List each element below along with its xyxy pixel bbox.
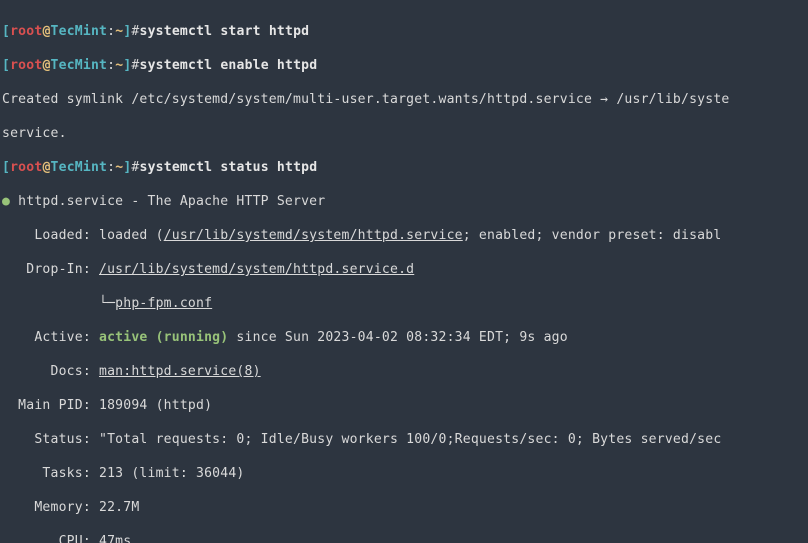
status-dropin-file: └─php-fpm.conf bbox=[2, 295, 808, 312]
status-memory: Memory: 22.7M bbox=[2, 499, 808, 516]
status-dropin: Drop-In: /usr/lib/systemd/system/httpd.s… bbox=[2, 261, 808, 278]
status-title: ● httpd.service - The Apache HTTP Server bbox=[2, 193, 808, 210]
status-status: Status: "Total requests: 0; Idle/Busy wo… bbox=[2, 431, 808, 448]
status-loaded: Loaded: loaded (/usr/lib/systemd/system/… bbox=[2, 227, 808, 244]
status-tasks: Tasks: 213 (limit: 36044) bbox=[2, 465, 808, 482]
status-mainpid: Main PID: 189094 (httpd) bbox=[2, 397, 808, 414]
line-cmd2: [root@TecMint:~]#systemctl enable httpd bbox=[2, 57, 808, 74]
line-cmd1: [root@TecMint:~]#systemctl start httpd bbox=[2, 23, 808, 40]
status-cpu: CPU: 47ms bbox=[2, 533, 808, 543]
terminal[interactable]: [root@TecMint:~]#systemctl start httpd [… bbox=[0, 0, 808, 543]
line-cmd3: [root@TecMint:~]#systemctl status httpd bbox=[2, 159, 808, 176]
status-docs: Docs: man:httpd.service(8) bbox=[2, 363, 808, 380]
line-symlink-2: service. bbox=[2, 125, 808, 142]
status-active: Active: active (running) since Sun 2023-… bbox=[2, 329, 808, 346]
line-symlink-1: Created symlink /etc/systemd/system/mult… bbox=[2, 91, 808, 108]
